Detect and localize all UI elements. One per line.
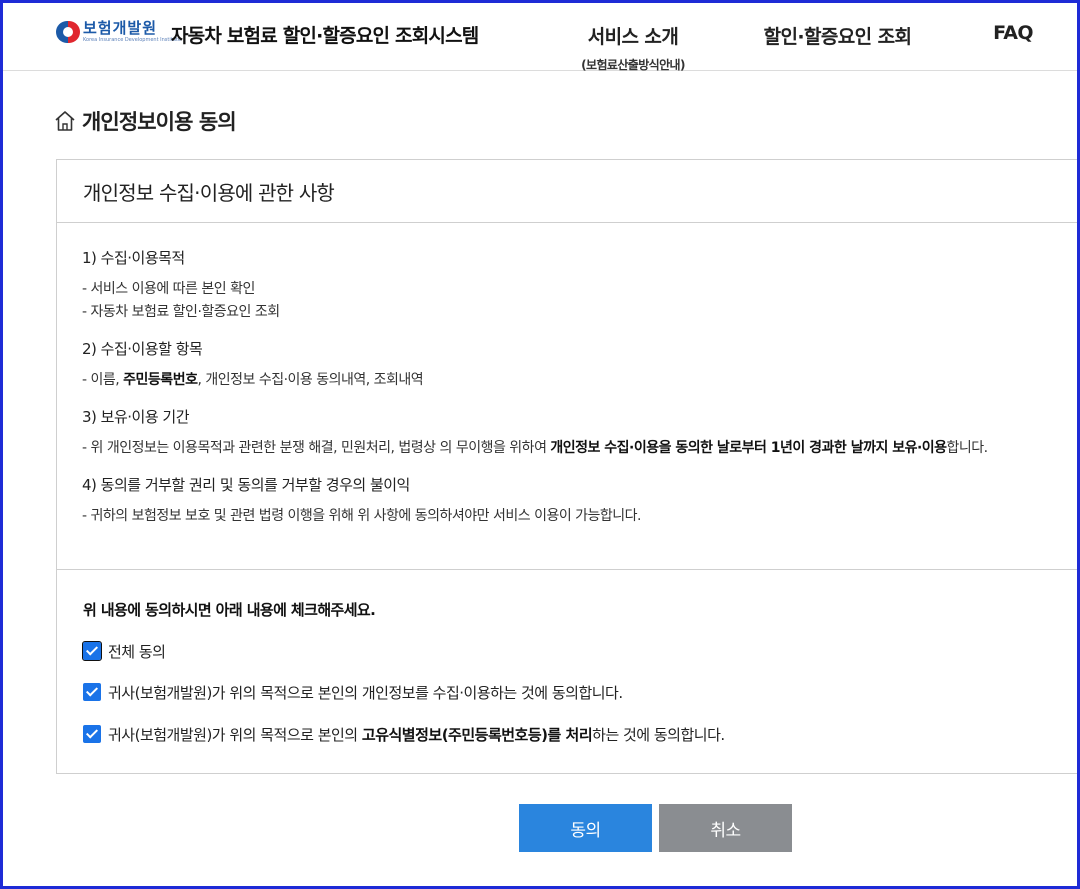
site-title[interactable]: 자동차 보험료 할인·할증요인 조회시스템 [171, 21, 479, 48]
nav-service-intro[interactable]: 서비스 소개 (보험료산출방식안내) [563, 22, 703, 73]
term-refusal-title: 4) 동의를 거부할 권리 및 동의를 거부할 경우의 불이익 [82, 476, 410, 494]
cancel-button[interactable]: 취소 [659, 804, 792, 852]
term-purpose-line: - 서비스 이용에 따른 본인 확인 [82, 281, 255, 297]
agree-all-checkbox[interactable] [82, 641, 102, 661]
terms-body: 1) 수집·이용목적 - 서비스 이용에 따른 본인 확인 - 자동차 보험료 … [57, 223, 1080, 528]
term-period-title: 3) 보유·이용 기간 [82, 408, 190, 426]
logo-wordmark: 보험개발원 [83, 19, 158, 37]
term-purpose-line: - 자동차 보험료 할인·할증요인 조회 [82, 304, 280, 320]
term-purpose-title: 1) 수집·이용목적 [82, 249, 185, 267]
kidi-logo-mark-icon [56, 20, 80, 43]
nav-service-intro-sub: (보험료산출방식안내) [581, 58, 685, 72]
nav-factor-lookup[interactable]: 할인·할증요인 조회 [755, 22, 920, 49]
agree-all-option[interactable]: 전체 동의 [82, 640, 1080, 662]
agree-collect-label: 귀사(보험개발원)가 위의 목적으로 본인의 개인정보를 수집·이용하는 것에 … [108, 683, 623, 702]
consent-question: 위 내용에 동의하시면 아래 내용에 체크해주세요. [83, 601, 376, 619]
top-header: 보험개발원 Korea Insurance Development Instit… [3, 3, 1077, 73]
agree-unique-id-option[interactable]: 귀사(보험개발원)가 위의 목적으로 본인의 고유식별정보(주민등록번호등)를 … [83, 723, 1080, 745]
emphasis-text: 고유식별정보(주민등록번호등)를 처리 [361, 725, 593, 744]
agree-button[interactable]: 동의 [519, 804, 652, 852]
kidi-logo[interactable]: 보험개발원 Korea Insurance Development Instit… [56, 20, 181, 43]
consent-panel: 개인정보 수집·이용에 관한 사항 1) 수집·이용목적 - 서비스 이용에 따… [56, 159, 1080, 774]
page-title: 개인정보이용 동의 [54, 106, 237, 136]
agree-collect-option[interactable]: 귀사(보험개발원)가 위의 목적으로 본인의 개인정보를 수집·이용하는 것에 … [83, 681, 1080, 703]
nav-factor-lookup-label: 할인·할증요인 조회 [763, 26, 912, 48]
term-refusal-line: - 귀하의 보험정보 보호 및 관련 법령 이행을 위해 위 사항에 동의하셔야… [82, 508, 642, 524]
nav-service-intro-label: 서비스 소개 [587, 26, 679, 48]
emphasis-text: 개인정보 수집·이용을 동의한 날로부터 1년이 경과한 날까지 보유·이용 [550, 440, 947, 456]
term-period-line: - 위 개인정보는 이용목적과 관련한 분쟁 해결, 민원처리, 법령상 의 무… [82, 440, 988, 456]
consent-section: 위 내용에 동의하시면 아래 내용에 체크해주세요. 전체 동의 귀사(보험개발… [57, 569, 1080, 745]
panel-heading: 개인정보 수집·이용에 관한 사항 [57, 160, 1080, 223]
logo-english: Korea Insurance Development Institute [83, 37, 181, 43]
nav-faq-label: FAQ [993, 22, 1033, 44]
agree-unique-id-label: 귀사(보험개발원)가 위의 목적으로 본인의 고유식별정보(주민등록번호등)를 … [108, 725, 725, 744]
term-items-line: - 이름, 주민등록번호, 개인정보 수집·이용 동의내역, 조회내역 [82, 372, 424, 388]
nav-faq[interactable]: FAQ [988, 22, 1038, 44]
term-items-title: 2) 수집·이용할 항목 [82, 340, 203, 358]
emphasis-text: 주민등록번호 [123, 372, 198, 388]
agree-collect-checkbox[interactable] [83, 683, 101, 701]
home-icon[interactable] [54, 110, 76, 132]
page-title-text: 개인정보이용 동의 [82, 110, 237, 134]
agree-unique-id-checkbox[interactable] [83, 725, 101, 743]
agree-all-label: 전체 동의 [108, 642, 166, 661]
